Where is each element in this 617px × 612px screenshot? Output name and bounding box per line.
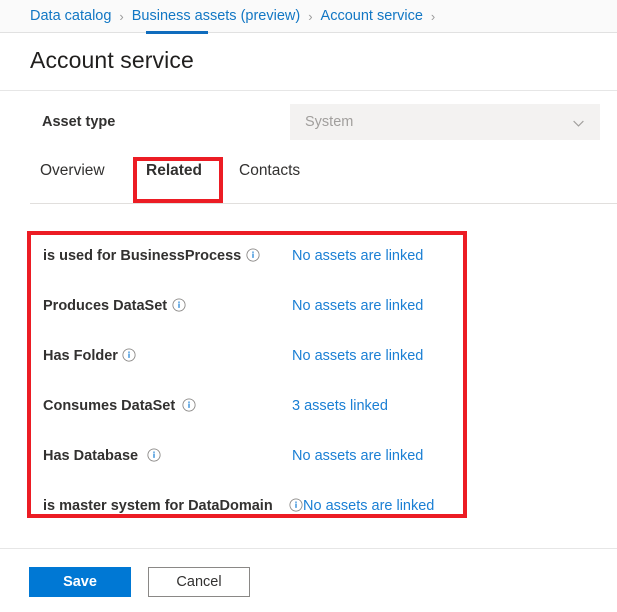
relationship-name: Consumes DataSet [43, 398, 175, 414]
relationship-name: Produces DataSet [43, 298, 167, 314]
cancel-button[interactable]: Cancel [148, 567, 250, 597]
breadcrumb-item-business-assets[interactable]: Business assets (preview) [132, 9, 300, 24]
table-row: Consumes DataSet 3 assets linked [27, 394, 466, 418]
footer-divider [0, 548, 617, 549]
tab-selected-underline [146, 31, 208, 34]
relationship-link[interactable]: No assets are linked [292, 348, 423, 364]
chevron-down-icon [572, 117, 585, 130]
breadcrumb-item-account-service[interactable]: Account service [321, 9, 423, 24]
table-row: is master system for DataDomain No asset… [27, 494, 466, 518]
tab-related[interactable]: Related [146, 162, 202, 190]
relationship-name: is used for BusinessProcess [43, 248, 241, 264]
tab-bar-divider [30, 203, 617, 204]
table-row: is used for BusinessProcess No assets ar… [27, 244, 466, 268]
tab-overview[interactable]: Overview [40, 162, 105, 190]
tab-bar: Overview Related Contacts [0, 162, 617, 204]
related-list: is used for BusinessProcess No assets ar… [27, 231, 466, 517]
asset-type-field-row: Asset type System [0, 104, 617, 142]
relationship-name: Has Database [43, 448, 138, 464]
info-icon[interactable] [172, 298, 186, 312]
breadcrumb: Data catalog › Business assets (preview)… [0, 0, 617, 33]
asset-type-label: Asset type [42, 114, 115, 130]
relationship-name: Has Folder [43, 348, 118, 364]
info-icon[interactable] [147, 448, 161, 462]
info-icon[interactable] [122, 348, 136, 362]
asset-type-value: System [305, 114, 353, 130]
page-title: Account service [30, 47, 194, 74]
info-icon[interactable] [289, 498, 303, 512]
save-button[interactable]: Save [29, 567, 131, 597]
relationship-name: is master system for DataDomain [43, 498, 273, 514]
tab-contacts[interactable]: Contacts [239, 162, 300, 190]
relationship-link[interactable]: No assets are linked [303, 498, 434, 514]
relationship-link[interactable]: 3 assets linked [292, 398, 388, 414]
breadcrumb-separator-icon: › [119, 10, 123, 23]
table-row: Produces DataSet No assets are linked [27, 294, 466, 318]
breadcrumb-separator-icon: › [431, 10, 435, 23]
table-row: Has Database No assets are linked [27, 444, 466, 468]
info-icon[interactable] [246, 248, 260, 262]
breadcrumb-separator-icon: › [308, 10, 312, 23]
table-row: Has Folder No assets are linked [27, 344, 466, 368]
relationship-link[interactable]: No assets are linked [292, 448, 423, 464]
relationship-link[interactable]: No assets are linked [292, 298, 423, 314]
info-icon[interactable] [182, 398, 196, 412]
relationship-link[interactable]: No assets are linked [292, 248, 423, 264]
breadcrumb-item-data-catalog[interactable]: Data catalog [30, 9, 111, 24]
title-divider [0, 90, 617, 91]
asset-type-dropdown[interactable]: System [290, 104, 600, 140]
